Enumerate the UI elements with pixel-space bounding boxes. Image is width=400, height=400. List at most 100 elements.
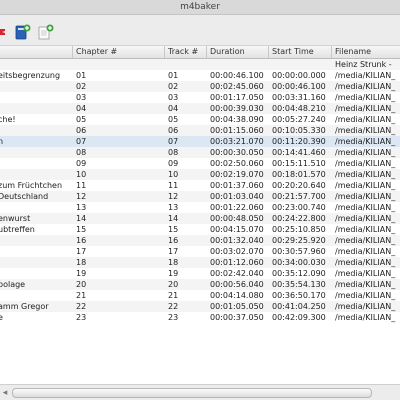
column-header-filename[interactable]: Filename (332, 46, 400, 58)
table-body: Heinz Strunk - eitsbegrenzung 01 01 00:00:46… (0, 59, 400, 323)
cell-track: 13 (168, 203, 179, 212)
table-row[interactable]: 19 19 00:02:42.040 00:35:12.090/media/KILIA… (0, 268, 400, 279)
cell-start-time: 00:24:22.800 (272, 214, 326, 223)
cell-start-time: 00:35:12.090 (272, 269, 326, 278)
cell-start-time: 00:42:09.300 (272, 313, 326, 322)
column-header-duration[interactable]: Duration (207, 46, 269, 58)
cell-chapter: 15 (76, 225, 87, 234)
table-row[interactable]: 08 08 00:00:30.050 00:14:41.460/media/KILIA… (0, 147, 400, 158)
cell-duration (207, 59, 269, 70)
table-row[interactable]: eitsbegrenzung 01 01 00:00:46.100 00:00:00.0… (0, 70, 400, 81)
cell-filename: /media/KILIAN_ (335, 291, 396, 300)
cell-track: 23 (168, 313, 179, 322)
cell-track: 04 (168, 104, 179, 113)
scroll-left-icon[interactable]: ◂ (0, 385, 10, 400)
cell-chapter: 07 (76, 137, 87, 146)
table-row[interactable]: che! 05 05 00:04:38.090 00:05:27.240/media/K… (0, 114, 400, 125)
cell-start-time: 00:05:27.240 (272, 115, 326, 124)
cell-title: enwurst (0, 214, 31, 223)
cell-filename: /media/KILIAN_ (335, 115, 396, 124)
column-header-track[interactable]: Track # (165, 46, 207, 58)
cell-start-time: 00:04:48.210 (272, 104, 326, 113)
cell-start-time: 00:03:31.160 (272, 93, 326, 102)
cell-chapter: 20 (76, 280, 87, 289)
table-row[interactable]: Deutschland 12 12 00:01:03.040 00:21:57.700 /… (0, 191, 400, 202)
cell-duration: 00:01:37.060 (210, 181, 264, 190)
cell-title (0, 92, 73, 103)
cell-duration: 00:01:22.060 (210, 203, 264, 212)
cell-start-time: 00:10:05.330 (272, 126, 326, 135)
cell-start-time: 00:15:11.510 (272, 159, 326, 168)
cell-title (0, 257, 73, 268)
table-row[interactable]: amm Gregor 22 22 00:01:05.050 00:41:04.250/m… (0, 301, 400, 312)
cell-start-time: 00:30:57.960 (272, 247, 326, 256)
cell-chapter: 02 (76, 82, 87, 91)
cell-track: 12 (168, 192, 179, 201)
cell-title (0, 268, 73, 279)
cell-filename: /media/KILIAN_ (335, 258, 396, 267)
cell-chapter: 21 (76, 291, 87, 300)
cell-chapter: 05 (76, 115, 87, 124)
cell-title: Deutschland (0, 192, 49, 201)
cell-filename: /media/KILIAN_ (335, 214, 396, 223)
cell-start-time: 00:23:00.740 (272, 203, 326, 212)
table-row[interactable]: zum Früchtchen 11 11 00:01:37.060 00:20:20.6… (0, 180, 400, 191)
cell-track: 14 (168, 214, 179, 223)
scrollbar-thumb[interactable] (12, 388, 372, 398)
cell-chapter: 17 (76, 247, 87, 256)
table-row[interactable]: 03 03 00:01:17.050 00:03:31.160/media/KILIA… (0, 92, 400, 103)
add-book-icon[interactable] (15, 24, 31, 40)
cell-duration: 00:00:30.050 (210, 148, 264, 157)
cell-title: bolage (0, 280, 26, 289)
cell-track: 08 (168, 148, 179, 157)
cell-title (0, 246, 73, 257)
cell-duration: 00:02:45.060 (210, 82, 264, 91)
table-row[interactable]: 09 09 00:02:50.060 00:15:11.510/media/KILIA… (0, 158, 400, 169)
cell-track: 15 (168, 225, 179, 234)
cell-track: 06 (168, 126, 179, 135)
red-mark-icon[interactable] (0, 27, 6, 37)
cell-chapter (73, 59, 165, 70)
table-row[interactable]: 18 18 00:01:12.060 00:34:00.030/media/KILIA… (0, 257, 400, 268)
column-header-start-time[interactable]: Start Time (269, 46, 332, 58)
table-row[interactable]: 16 16 00:01:32.040 00:29:25.920/media/KILIA… (0, 235, 400, 246)
table-row[interactable]: e 23 23 00:00:37.050 00:42:09.300/media/KILI… (0, 312, 400, 323)
cell-title (0, 125, 73, 136)
table-row[interactable]: 04 04 00:00:39.030 00:04:48.210/media/KILIA… (0, 103, 400, 114)
table-row[interactable]: 06 06 00:01:15.060 00:10:05.330/media/KILIA… (0, 125, 400, 136)
cell-start-time: 00:11:20.390 (272, 137, 326, 146)
cell-duration: 00:00:37.050 (210, 313, 264, 322)
cell-track: 02 (168, 82, 179, 91)
cell-title (0, 147, 73, 158)
table-row[interactable]: 21 21 00:04:14.080 00:36:50.170/media/KILIA… (0, 290, 400, 301)
table-row[interactable]: 02 02 00:02:45.060 00:00:46.100/media/KILIA… (0, 81, 400, 92)
table-row[interactable]: bolage 20 20 00:00:56.040 00:35:54.130/media… (0, 279, 400, 290)
cell-track: 21 (168, 291, 179, 300)
table-header: Chapter # Track # Duration Start Time Fi… (0, 46, 400, 59)
cell-title (0, 290, 73, 301)
cell-filename: /media/KILIAN_ (335, 247, 396, 256)
table-row[interactable]: 17 17 00:03:02.070 00:30:57.960/media/KILIA… (0, 246, 400, 257)
toolbar (0, 15, 400, 46)
cell-chapter: 08 (76, 148, 87, 157)
table-row[interactable]: Heinz Strunk - (0, 59, 400, 70)
horizontal-scrollbar[interactable]: ◂ (0, 384, 400, 400)
cell-start-time: 00:29:25.920 (272, 236, 326, 245)
add-chapter-icon[interactable] (38, 24, 54, 40)
cell-duration: 00:01:05.050 (210, 302, 264, 311)
table-row[interactable]: 10 10 00:02:19.070 00:18:01.570/media/KILIA… (0, 169, 400, 180)
cell-track: 17 (168, 247, 179, 256)
table-row[interactable]: 13 13 00:01:22.060 00:23:00.740/media/KILIA… (0, 202, 400, 213)
table-row[interactable]: ubtreffen 15 15 00:04:15.070 00:25:10.850/me… (0, 224, 400, 235)
chapter-table[interactable]: Chapter # Track # Duration Start Time Fi… (0, 46, 400, 384)
window-titlebar: m4baker (0, 0, 400, 15)
cell-track: 09 (168, 159, 179, 168)
column-header-chapter[interactable]: Chapter # (73, 46, 165, 58)
table-row[interactable]: enwurst 14 14 00:00:48.050 00:24:22.800/medi… (0, 213, 400, 224)
cell-filename: /media/KILIAN_ (335, 181, 396, 190)
column-header-title[interactable] (0, 46, 73, 58)
cell-duration: 00:02:19.070 (210, 170, 264, 179)
cell-chapter: 23 (76, 313, 87, 322)
cell-title (0, 103, 73, 114)
table-row[interactable]: n 07 07 00:03:21.070 00:11:20.390/media/KILI… (0, 136, 400, 147)
